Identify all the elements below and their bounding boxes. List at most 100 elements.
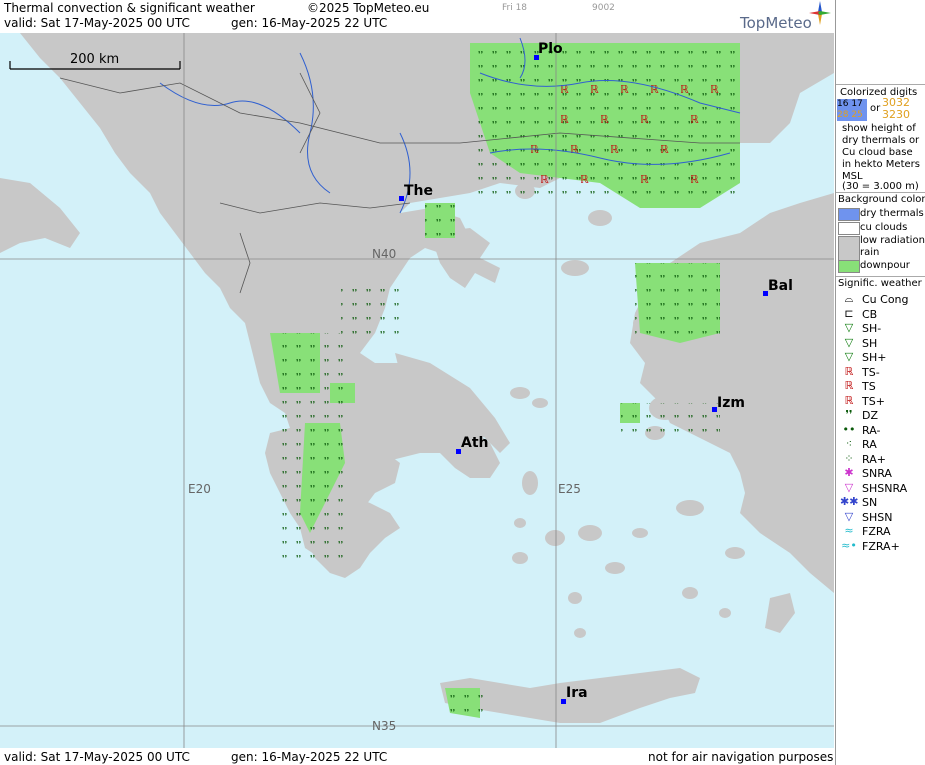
wx-legend-row: ▽ SH+	[836, 350, 925, 364]
legend-desc-6: (30 = 3.000 m)	[842, 181, 919, 192]
chart-title: Thermal convection & significant weather	[4, 1, 255, 15]
wx-legend-label: SN	[862, 496, 878, 509]
legend-desc-3: Cu cloud base	[842, 147, 913, 158]
svg-text:ℝ: ℝ	[660, 143, 669, 156]
svg-text:ℝ: ℝ	[680, 83, 689, 96]
wx-legend-row: ▽ SHSNRA	[836, 481, 925, 495]
scale-label: 200 km	[70, 52, 120, 67]
svg-text:ℝ: ℝ	[610, 143, 619, 156]
svg-text:ℝ: ℝ	[560, 113, 569, 126]
shower-heavy-icon: ▽	[844, 350, 854, 363]
legend-sample-b: 3032 3230	[882, 96, 910, 121]
header-bar: Thermal convection & significant weather…	[0, 0, 835, 32]
wx-legend-row: ❜❜ DZ	[836, 408, 925, 422]
valid-time: valid: Sat 17-May-2025 00 UTC	[4, 16, 190, 30]
wx-legend-label: RA-	[862, 423, 881, 437]
copyright: ©2025 TopMeteo.eu	[307, 1, 430, 15]
svg-text:ℝ: ℝ	[570, 143, 579, 156]
bg-label-cu-clouds: cu clouds	[860, 222, 908, 233]
wx-legend-row: ≈ FZRA	[836, 524, 925, 538]
shower-light-icon: ▽	[844, 321, 854, 334]
city-label-plo[interactable]: Plo	[538, 41, 563, 57]
wx-legend-label: SHSN	[862, 510, 893, 524]
wx-legend-row: ⊏ CB	[836, 307, 925, 321]
wx-legend-label: CB	[862, 307, 878, 321]
legend-weather-section: Signific. weather ⌓ Cu Cong ⊏ CB ▽ SH- ▽ SH ▽ SH+…	[836, 276, 925, 557]
city-label-the[interactable]: The	[404, 183, 433, 199]
wx-legend-label: RA	[862, 438, 877, 451]
wx-legend-label: RA+	[862, 452, 886, 466]
swatch-low-radiation	[838, 236, 860, 262]
wx-legend-row: ℝ TS-	[836, 365, 925, 379]
wx-legend-row: ▽ SHSN	[836, 510, 925, 524]
legend-wx-title: Signific. weather	[838, 278, 922, 289]
compass-logo-icon	[808, 0, 832, 29]
svg-text:ℝ: ℝ	[650, 83, 659, 96]
bg-label-rain: rain	[860, 247, 880, 258]
city-label-bal[interactable]: Bal	[768, 278, 793, 294]
wx-legend-row: ▽ SH	[836, 336, 925, 350]
wx-legend-label: FZRA+	[862, 539, 900, 553]
grid-label-e25: E25	[558, 482, 581, 496]
svg-text:ℝ: ℝ	[710, 83, 719, 96]
snow-rain-icon: ✱	[844, 466, 854, 479]
rain-light-icon: ••	[842, 422, 856, 436]
legend-desc-2: dry thermals or	[842, 135, 920, 146]
wx-legend-row: ⌓ Cu Cong	[836, 292, 925, 306]
footer-bar: valid: Sat 17-May-2025 00 UTC gen: 16-Ma…	[0, 748, 835, 765]
svg-text:ℝ: ℝ	[690, 173, 699, 186]
thunderstorm-light-icon: ℝ	[844, 364, 854, 378]
footer-disclaimer: not for air navigation purposes	[648, 750, 834, 764]
shower-snow-rain-icon: ▽	[844, 480, 854, 494]
swatch-dry-thermals	[838, 208, 860, 221]
wx-legend-row: ℝ TS+	[836, 394, 925, 408]
footer-valid-time: valid: Sat 17-May-2025 00 UTC	[4, 750, 190, 764]
freezing-rain-heavy-icon: ≈•	[841, 538, 857, 552]
bg-label-downpour: downpour	[860, 260, 910, 271]
wx-legend-label: TS-	[862, 365, 880, 379]
wx-legend-row: ▽ SH-	[836, 321, 925, 335]
cb-icon: ⊏	[844, 306, 854, 320]
gen-time: gen: 16-May-2025 22 UTC	[231, 16, 388, 30]
wx-legend-label: SHSNRA	[862, 481, 908, 495]
wx-legend-row: ⁘ RA+	[836, 452, 925, 466]
freezing-rain-icon: ≈	[844, 524, 854, 537]
legend-desc-1: show height of	[842, 123, 916, 134]
topmeteo-logo[interactable]: TopMeteo	[740, 14, 812, 32]
bg-label-dry-thermals: dry thermals	[860, 208, 924, 219]
svg-text:ℝ: ℝ	[640, 113, 649, 126]
grid-label-e20: E20	[188, 482, 211, 496]
svg-text:ℝ: ℝ	[690, 113, 699, 126]
wx-legend-label: Cu Cong	[862, 293, 909, 306]
legend-or: or	[870, 103, 881, 114]
svg-text:ℝ: ℝ	[580, 173, 589, 186]
thunderstorm-heavy-icon: ℝ	[844, 393, 854, 407]
swatch-downpour	[838, 260, 860, 273]
wx-legend-row: •• RA-	[836, 423, 925, 437]
svg-text:ℝ: ℝ	[600, 113, 609, 126]
drizzle-icon: ❜❜	[845, 408, 853, 421]
legend-panel: Colorized digits 16 17 28 25 or 3032 323…	[835, 0, 925, 765]
legend-desc-4: in hekto Meters	[842, 159, 920, 170]
legend-sample-a: 16 17 28 25	[837, 99, 867, 121]
wx-legend-row: ℝ TS	[836, 379, 925, 393]
wx-legend-row: ✱✱ SN	[836, 495, 925, 509]
bg-label-low-radiation: low radiation	[860, 235, 925, 246]
weather-map[interactable]: ❜❜	[0, 33, 834, 748]
run-code: 9002	[592, 3, 615, 13]
legend-background-section: Background color dry thermals cu clouds …	[836, 192, 925, 273]
rain-icon: ⁖	[845, 437, 853, 450]
footer-gen-time: gen: 16-May-2025 22 UTC	[231, 750, 388, 764]
snow-icon: ✱✱	[840, 495, 859, 508]
svg-text:ℝ: ℝ	[540, 173, 549, 186]
legend-bg-title: Background color	[838, 194, 925, 205]
city-label-ath[interactable]: Ath	[461, 435, 489, 451]
wx-legend-label: TS+	[862, 394, 885, 408]
wx-legend-label: TS	[862, 380, 876, 393]
city-label-ira[interactable]: Ira	[566, 685, 588, 701]
day-tab[interactable]: Fri 18	[502, 3, 527, 13]
shower-snow-icon: ▽	[844, 509, 854, 523]
shower-icon: ▽	[844, 335, 854, 349]
city-label-izm[interactable]: Izm	[717, 395, 745, 411]
rain-heavy-icon: ⁘	[844, 451, 854, 465]
